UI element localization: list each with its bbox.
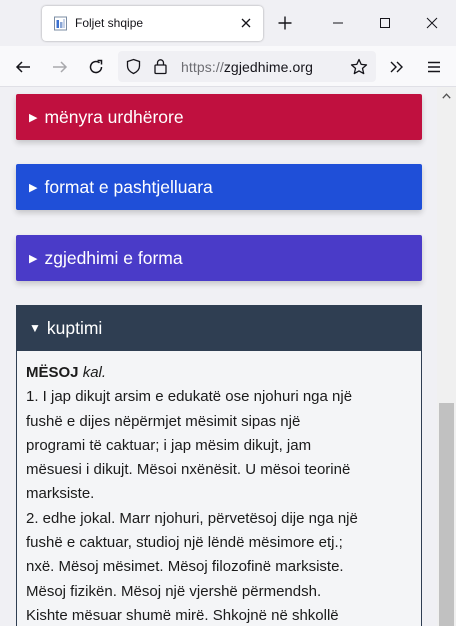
lock-icon[interactable] bbox=[153, 58, 168, 75]
collapsed-triangle-icon: ▶ bbox=[29, 252, 38, 265]
back-arrow-icon[interactable] bbox=[10, 54, 36, 80]
definition-line: 1. I jap dikujt arsim e edukatë ose njoh… bbox=[26, 388, 353, 406]
section-zgjedhimi-e-forma[interactable]: ▶ zgjedhimi e forma bbox=[16, 235, 422, 281]
tracking-protection-shield-icon[interactable] bbox=[125, 58, 142, 75]
section-label: format e pashtjelluara bbox=[44, 176, 213, 197]
expanded-triangle-icon: ▼ bbox=[29, 321, 41, 335]
headword: MËSOJ bbox=[26, 364, 79, 381]
url-text: https://zgjedhime.org bbox=[181, 59, 313, 75]
url-scheme: https:// bbox=[181, 59, 224, 75]
maximize-window-icon[interactable] bbox=[373, 12, 397, 34]
section-label: zgjedhimi e forma bbox=[44, 247, 183, 268]
definition-line: Mësoj fizikën. Mësoj një vjershë përmend… bbox=[26, 582, 322, 600]
address-bar[interactable]: https://zgjedhime.org bbox=[118, 51, 376, 82]
definition-line: Kishte mësuar shumë mirë. Shkojnë në shk… bbox=[26, 606, 339, 624]
section-kuptimi[interactable]: ▼ kuptimi bbox=[16, 305, 422, 351]
navigation-toolbar: https://zgjedhime.org bbox=[0, 46, 456, 87]
definition-line: marksiste. bbox=[26, 485, 95, 503]
new-tab-plus-icon[interactable] bbox=[274, 12, 296, 34]
page-favicon-icon bbox=[54, 16, 67, 31]
section-format-e-pashtjelluara[interactable]: ▶ format e pashtjelluara bbox=[16, 164, 422, 210]
scrollbar-thumb[interactable] bbox=[439, 403, 454, 626]
definition-headword-line: MËSOJ kal. bbox=[26, 361, 418, 385]
bookmark-star-icon[interactable] bbox=[346, 54, 372, 80]
tab-title: Foljet shqipe bbox=[75, 16, 144, 30]
part-of-speech: kal. bbox=[82, 364, 107, 381]
collapsed-triangle-icon: ▶ bbox=[29, 181, 38, 194]
page-content: ▶ mënyra urdhërore ▶ format e pashtjellu… bbox=[0, 87, 437, 626]
close-window-icon[interactable] bbox=[420, 12, 444, 34]
minimize-window-icon[interactable] bbox=[326, 12, 350, 34]
section-menyra-urdherore[interactable]: ▶ mënyra urdhërore bbox=[16, 94, 422, 140]
overflow-chevrons-icon[interactable] bbox=[384, 54, 410, 80]
definition-line: fushë e caktuar, studioj një lëndë mësim… bbox=[26, 534, 343, 552]
definition-line: nxë. Mësoj mësimet. Mësoj filozofinë mar… bbox=[26, 558, 344, 576]
tab-strip: Foljet shqipe bbox=[0, 0, 456, 46]
definition-line: programi të caktuar; i jap mësim dikujt,… bbox=[26, 436, 312, 454]
definition-line: fushë e dijes nëpërmjet mësimit sipas nj… bbox=[26, 412, 301, 430]
url-host: zgjedhime.org bbox=[223, 59, 314, 75]
definition-line: mësuesi i dikujt. Mësoi nxënësit. U mëso… bbox=[26, 461, 351, 479]
definition-text: MËSOJ kal. 1. I jap dikujt arsim e eduka… bbox=[26, 361, 418, 626]
section-label: kuptimi bbox=[46, 317, 103, 338]
forward-arrow-icon[interactable] bbox=[47, 54, 73, 80]
hamburger-menu-icon[interactable] bbox=[421, 54, 447, 80]
vertical-scrollbar[interactable] bbox=[437, 87, 456, 626]
collapsed-triangle-icon: ▶ bbox=[29, 111, 38, 124]
browser-tab[interactable]: Foljet shqipe bbox=[42, 6, 263, 41]
reload-icon[interactable] bbox=[83, 54, 109, 80]
scroll-up-arrow-icon[interactable] bbox=[437, 87, 456, 104]
definition-line: 2. edhe jokal. Marr njohuri, përvetësoj … bbox=[26, 509, 358, 527]
tab-close-icon[interactable] bbox=[235, 12, 257, 34]
section-label: mënyra urdhërore bbox=[44, 106, 184, 127]
